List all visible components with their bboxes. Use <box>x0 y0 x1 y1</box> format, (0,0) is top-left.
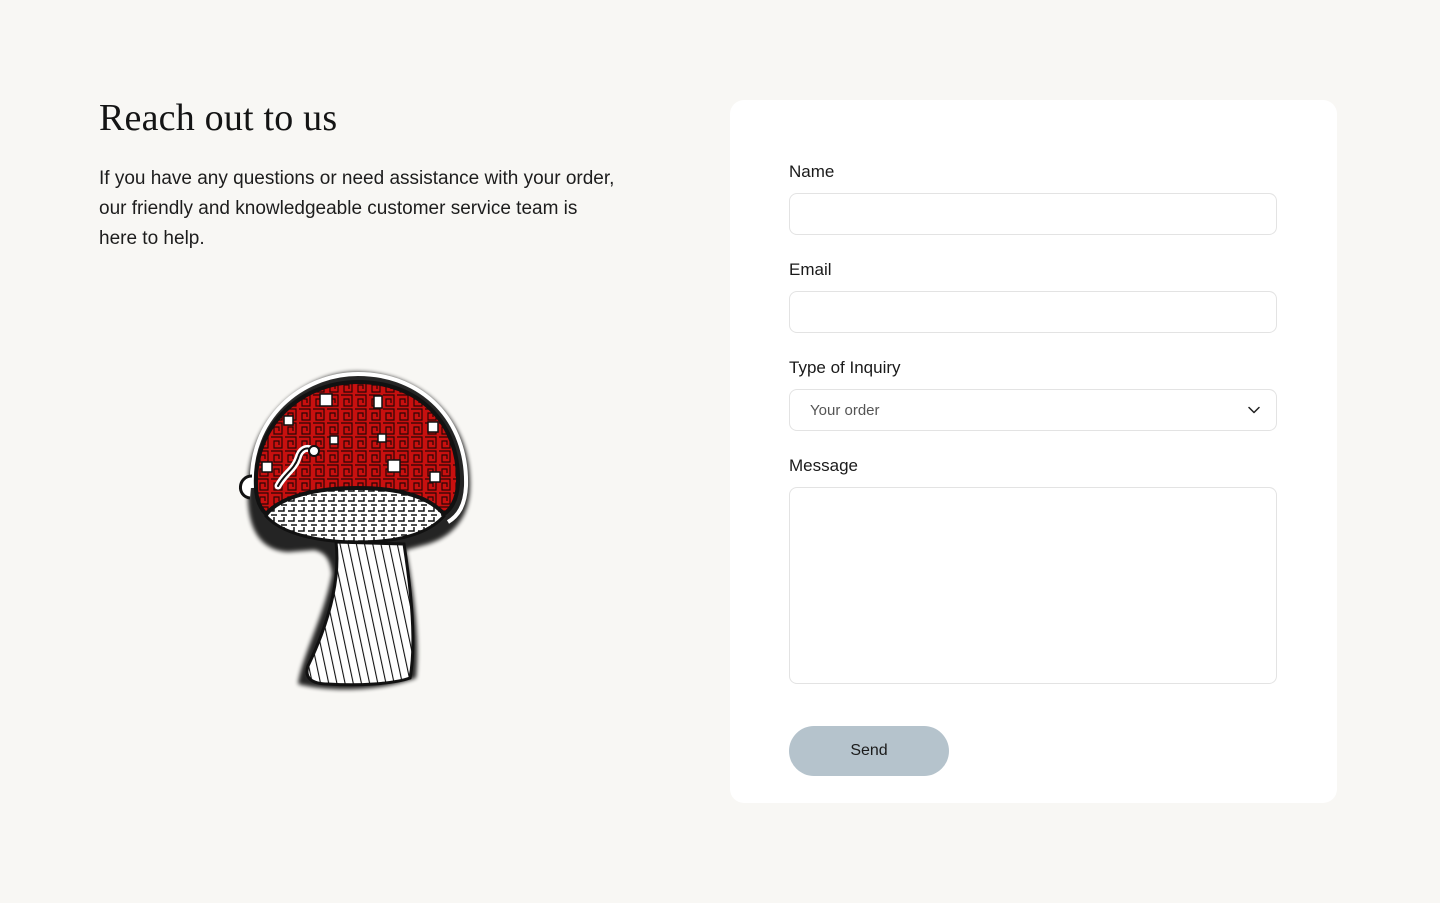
contact-intro: Reach out to us If you have any question… <box>99 96 639 254</box>
inquiry-type-label: Type of Inquiry <box>789 358 901 377</box>
mushroom-illustration <box>228 366 478 696</box>
contact-page: Reach out to us If you have any question… <box>0 0 1440 903</box>
message-label: Message <box>789 456 858 475</box>
message-field[interactable] <box>789 487 1277 684</box>
contact-form: Name Email Type of Inquiry Your order Me… <box>789 162 1277 776</box>
inquiry-type-value: Your order <box>810 401 880 419</box>
page-title: Reach out to us <box>99 97 338 139</box>
send-button[interactable]: Send <box>789 726 949 776</box>
name-label: Name <box>789 162 835 181</box>
contact-description: If you have any questions or need assist… <box>99 168 615 249</box>
chevron-down-icon <box>1247 403 1261 417</box>
contact-form-card: Name Email Type of Inquiry Your order Me… <box>730 100 1337 803</box>
email-label: Email <box>789 260 832 279</box>
email-field[interactable] <box>789 291 1277 333</box>
inquiry-type-select[interactable]: Your order <box>789 389 1277 431</box>
mushroom-icon <box>239 371 471 690</box>
name-field[interactable] <box>789 193 1277 235</box>
